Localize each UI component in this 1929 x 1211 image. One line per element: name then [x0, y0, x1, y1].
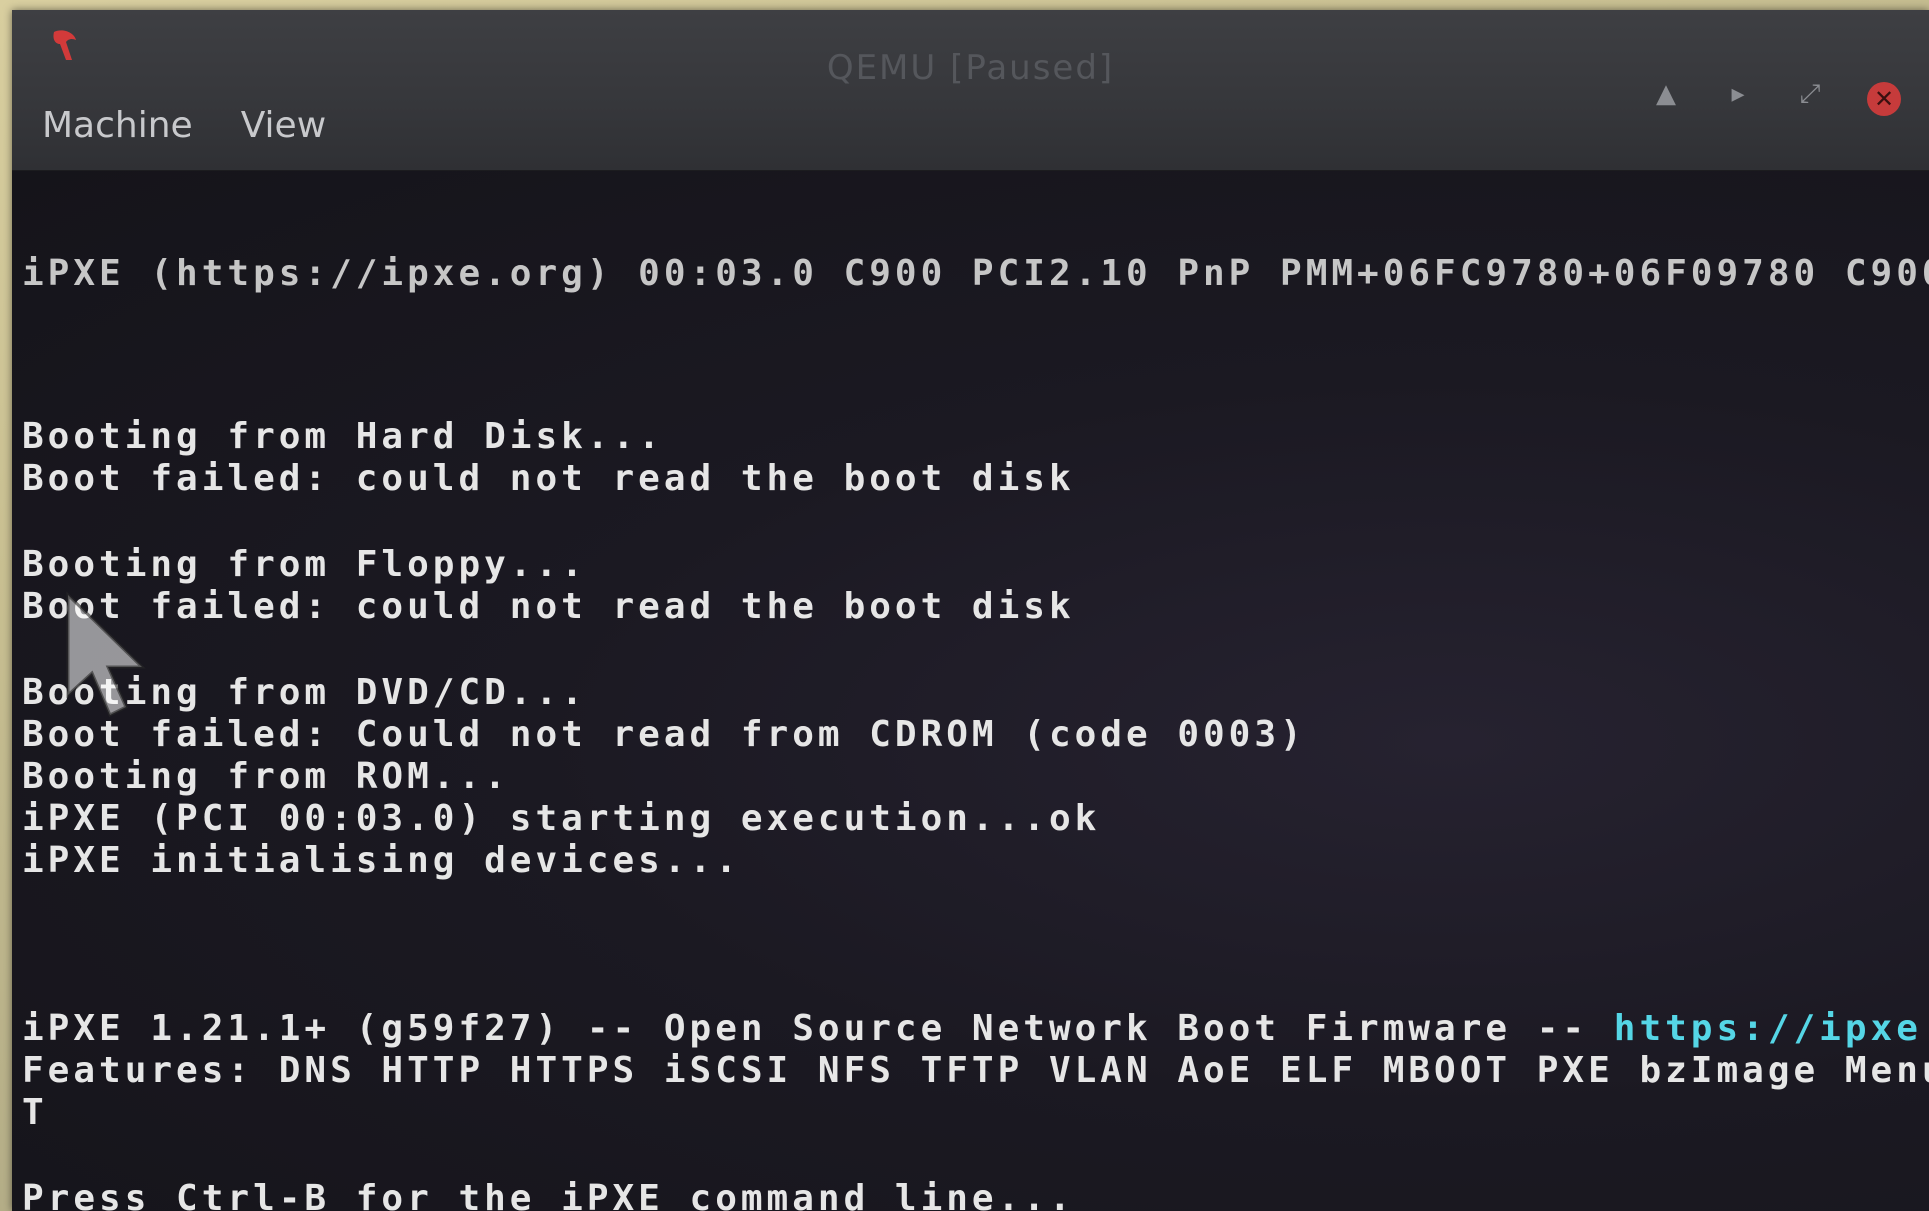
console-line: iPXE initialising devices...: [22, 840, 741, 881]
console-line: Booting from ROM...: [22, 756, 510, 797]
banner-url: https://ipxe.org: [1613, 1008, 1929, 1049]
console-line: Boot failed: could not read the boot dis…: [22, 458, 1075, 499]
console-line: Boot failed: could not read the boot dis…: [22, 586, 1075, 627]
menu-bar: Machine View: [42, 105, 326, 146]
title-bar[interactable]: QEMU [Paused] Machine View ▲ ▸ ⤢ ✕: [12, 10, 1929, 171]
mouse-pointer-icon: [66, 591, 146, 718]
vm-console[interactable]: iPXE (https://ipxe.org) 00:03.0 C900 PCI…: [12, 171, 1929, 1211]
banner-text: iPXE 1.21.1+ (g59f27) -- Open Source Net…: [22, 1008, 1614, 1049]
prompt-text: Press Ctrl-B for the iPXE command line..…: [22, 1178, 1075, 1211]
menu-machine[interactable]: Machine: [42, 105, 193, 146]
restore-icon[interactable]: ▸: [1724, 80, 1752, 108]
console-line: Booting from Hard Disk...: [22, 416, 664, 457]
features-line: Features: DNS HTTP HTTPS iSCSI NFS TFTP …: [22, 1050, 1929, 1091]
ipxe-banner: iPXE 1.21.1+ (g59f27) -- Open Source Net…: [22, 1008, 1929, 1050]
window-title: QEMU [Paused]: [826, 48, 1115, 88]
console-line: Boot failed: Could not read from CDROM (…: [22, 714, 1306, 755]
console-line: iPXE (PCI 00:03.0) starting execution...…: [22, 798, 1101, 839]
qemu-window: QEMU [Paused] Machine View ▲ ▸ ⤢ ✕ iPXE …: [12, 10, 1929, 1211]
command-line-prompt: Press Ctrl-B for the iPXE command line..…: [22, 1178, 1103, 1211]
features-line-wrap: T: [22, 1092, 48, 1133]
ipxe-rom-header: iPXE (https://ipxe.org) 00:03.0 C900 PCI…: [22, 253, 1929, 294]
eject-icon[interactable]: ▲: [1652, 80, 1680, 108]
fullscreen-icon[interactable]: ⤢: [1796, 80, 1824, 108]
menu-view[interactable]: View: [241, 105, 326, 146]
console-line: Booting from Floppy...: [22, 544, 587, 585]
close-icon[interactable]: ✕: [1867, 82, 1901, 116]
